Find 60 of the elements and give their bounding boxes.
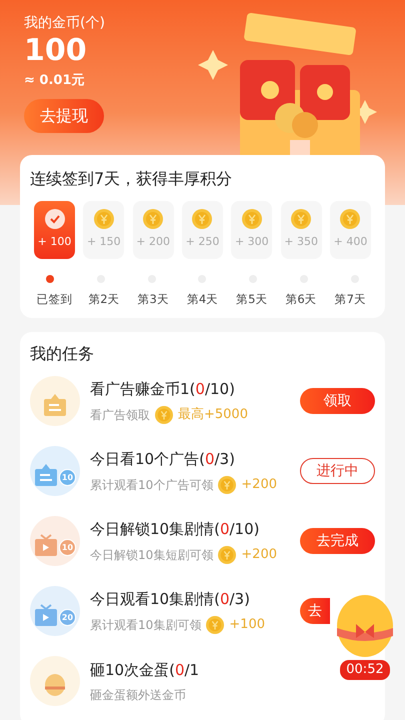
day-label: 第6天 — [284, 291, 318, 308]
coin-icon — [291, 209, 312, 230]
reward-tile[interactable]: + 400 — [330, 201, 371, 259]
task-title: 砸10次金蛋(0/1 — [90, 660, 200, 681]
icon-badge: 20 — [59, 609, 76, 626]
ad-board-icon — [43, 394, 67, 416]
video-box-icon — [34, 604, 58, 626]
reward-amount: +200 — [241, 546, 277, 564]
reward-tile[interactable]: + 250 — [182, 201, 223, 259]
icon-badge: 10 — [59, 469, 76, 486]
task-button[interactable]: 去 — [300, 598, 330, 624]
coin-label: 我的金币(个) — [24, 14, 105, 33]
day-label: 第5天 — [235, 291, 268, 308]
countdown-timer: 00:52 — [340, 660, 390, 680]
video-box-icon — [34, 534, 58, 556]
task-description: 累计观看10个广告可领 — [90, 476, 214, 494]
task-description: 砸金蛋额外送金币 — [90, 686, 186, 704]
reward-amount: +200 — [241, 476, 277, 494]
coin-amount: 100 — [24, 33, 87, 68]
coin-icon — [155, 406, 173, 424]
task-button[interactable]: 领取 — [300, 388, 375, 414]
signin-title: 连续签到7天，获得丰厚积分 — [30, 168, 234, 190]
progress-dot — [46, 275, 54, 283]
coin-icon — [206, 616, 224, 634]
task-description: 今日解锁10集短剧可领 — [90, 546, 214, 564]
reward-tile[interactable]: + 300 — [231, 201, 272, 259]
reward-amount: 最高+5000 — [178, 406, 248, 424]
ad-board-icon — [34, 464, 58, 486]
task-title: 看广告赚金币1(0/10) — [90, 379, 236, 400]
task-title: 今日解锁10集剧情(0/10) — [90, 519, 260, 540]
icon-badge: 10 — [59, 539, 76, 556]
tasks-title: 我的任务 — [30, 343, 95, 366]
day-label: 第2天 — [87, 291, 121, 308]
reward-tile[interactable]: + 150 — [83, 201, 124, 259]
reward-tile[interactable]: + 200 — [132, 201, 174, 259]
day-label: 第3天 — [136, 291, 170, 308]
day-label: 第7天 — [334, 291, 367, 308]
withdraw-button[interactable]: 去提现 — [24, 99, 104, 133]
task-description: 累计观看10集剧可领 — [90, 616, 202, 634]
coin-icon — [143, 209, 164, 230]
coin-icon — [218, 546, 236, 564]
task-title: 今日观看10集剧情(0/3) — [90, 589, 251, 610]
reward-tile[interactable]: + 100 — [34, 201, 75, 259]
reward-tile[interactable]: + 350 — [280, 201, 322, 259]
coin-icon — [192, 209, 212, 230]
golden-egg-icon[interactable] — [334, 592, 396, 658]
task-title: 今日看10个广告(0/3) — [90, 449, 236, 470]
reward-amount: +100 — [229, 616, 265, 634]
coin-icon — [340, 209, 360, 230]
task-button[interactable]: 去完成 — [300, 528, 375, 554]
task-description: 看广告领取 — [90, 406, 150, 424]
check-icon — [44, 209, 64, 230]
day-label: 已签到 — [36, 291, 74, 308]
day-label: 第4天 — [186, 291, 220, 308]
coin-icon — [94, 209, 114, 230]
task-button[interactable]: 进行中 — [300, 458, 375, 484]
coin-icon — [242, 209, 262, 230]
coin-icon — [218, 476, 236, 494]
egg-icon — [43, 674, 67, 696]
cash-equivalent: ≈ 0.01元 — [24, 73, 84, 88]
